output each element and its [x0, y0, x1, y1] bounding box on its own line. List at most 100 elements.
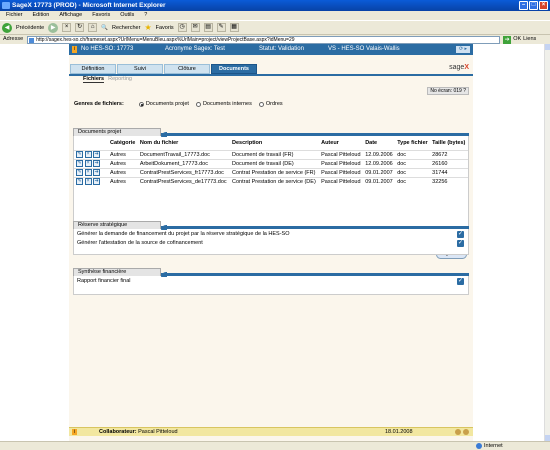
- cell-auteur: Pascal Pitteloud: [319, 149, 364, 159]
- cell-date: 12.09.2006: [363, 149, 396, 159]
- open-icon[interactable]: ➜: [93, 178, 101, 186]
- tab-suivi[interactable]: Suivi: [117, 64, 163, 74]
- discuss-icon[interactable]: ▦: [229, 23, 239, 32]
- cell-description: Document de travail (DE): [230, 158, 320, 168]
- reserve-item-demande[interactable]: Générer la demande de financement du pro…: [74, 230, 468, 239]
- address-input[interactable]: http://sagex.hes-so.ch/frameset.aspx?Url…: [27, 35, 501, 44]
- cell-categorie: Autres: [108, 167, 138, 177]
- synthese-panel: Synthèse financière Rapport financier fi…: [73, 268, 469, 295]
- close-button[interactable]: ×: [539, 1, 548, 10]
- info-icon: i: [72, 429, 77, 435]
- minimize-button[interactable]: –: [519, 1, 528, 10]
- history-icon[interactable]: ◷: [177, 23, 187, 32]
- delete-icon[interactable]: ×: [84, 151, 92, 158]
- footer-collaborator: Collaborateur: Pascal Pitteloud: [99, 429, 178, 435]
- main-tabs: Définition Suivi Clôture Documents: [69, 64, 473, 74]
- back-button-label[interactable]: Précédente: [16, 25, 44, 31]
- checkmark-icon[interactable]: ✓: [457, 231, 464, 238]
- search-button-label[interactable]: Rechercher: [112, 25, 140, 31]
- subtabs: Fichiers Reporting: [83, 76, 132, 83]
- subtab-reporting[interactable]: Reporting: [108, 76, 132, 83]
- col-type: Type fichier: [397, 139, 428, 146]
- refresh-icon[interactable]: ↻: [75, 23, 85, 32]
- menu-outils[interactable]: Outils: [120, 11, 134, 20]
- help-icon[interactable]: [455, 429, 461, 435]
- scroll-up-icon[interactable]: [545, 44, 550, 50]
- address-url: http://sagex.hes-so.ch/frameset.aspx?Url…: [36, 36, 295, 43]
- header-vs: VS - HES-SO Valais-Wallis: [328, 46, 400, 52]
- logout-icon[interactable]: [463, 429, 469, 435]
- tab-definition[interactable]: Définition: [70, 64, 116, 74]
- back-arrow-icon[interactable]: ◀: [2, 22, 12, 33]
- menu-favoris[interactable]: Favoris: [92, 11, 110, 20]
- delete-icon[interactable]: ×: [84, 160, 92, 167]
- refresh-header-icon[interactable]: ⟳ ▸: [456, 46, 470, 53]
- reserve-item-attestation[interactable]: Générer l'attestation de la source de co…: [74, 239, 468, 248]
- documents-panel-title: Documents projet: [73, 128, 167, 137]
- col-nom: Nom du fichier: [139, 139, 179, 146]
- mail-icon[interactable]: ✉: [190, 23, 200, 32]
- edit-icon[interactable]: ✎: [76, 178, 83, 186]
- open-icon[interactable]: ➜: [93, 169, 101, 176]
- header-acronyme: Acronyme Sagex: Test: [165, 46, 225, 52]
- edit-icon[interactable]: ✎: [76, 160, 83, 167]
- window-title: SageX 17773 (PROD) - Microsoft Internet …: [12, 2, 166, 9]
- browser-toolbar: ◀ Précédente ▶ × ↻ ⌂ 🔍 Rechercher ★ Favo…: [0, 20, 550, 34]
- go-button-label[interactable]: OK: [513, 35, 521, 44]
- tab-documents[interactable]: Documents: [211, 64, 257, 74]
- favorites-button-label[interactable]: Favoris: [156, 25, 174, 31]
- search-icon[interactable]: 🔍: [101, 25, 108, 31]
- edit-icon[interactable]: ✎: [76, 151, 83, 158]
- links-label[interactable]: Liens: [523, 35, 536, 44]
- menu-fichier[interactable]: Fichier: [6, 11, 23, 20]
- edit-icon[interactable]: ✎: [216, 23, 226, 32]
- table-row: ✎ × ➜ Autres ContratPrestServices_de1777…: [74, 176, 468, 186]
- cell-taille: 26160: [430, 158, 468, 168]
- go-arrow-icon[interactable]: ➔: [503, 35, 512, 44]
- forward-arrow-icon[interactable]: ▶: [48, 22, 59, 33]
- col-taille: Taille (bytes): [432, 139, 466, 146]
- radio-documents-projet[interactable]: Documents projet: [138, 101, 189, 107]
- file-type-selector: Genres de fichiers: Documents projet Doc…: [74, 101, 283, 107]
- cell-description: Contrat Prestation de service (DE): [230, 176, 320, 186]
- edit-icon[interactable]: ✎: [76, 169, 83, 176]
- tab-cloture[interactable]: Clôture: [164, 64, 210, 74]
- delete-icon[interactable]: ×: [84, 178, 92, 186]
- cell-taille: 28672: [430, 149, 468, 159]
- checkmark-icon[interactable]: ✓: [457, 278, 464, 285]
- address-bar: Adresse http://sagex.hes-so.ch/frameset.…: [0, 34, 550, 44]
- open-icon[interactable]: ➜: [93, 160, 101, 167]
- cell-type: doc: [395, 167, 431, 177]
- cell-categorie: Autres: [108, 158, 138, 168]
- radio-ordres[interactable]: Ordres: [258, 101, 283, 107]
- cell-nom: ArbeitDokument_17773.doc: [137, 158, 231, 168]
- col-auteur: Auteur: [321, 139, 339, 146]
- menu-edition[interactable]: Edition: [33, 11, 50, 20]
- stop-icon[interactable]: ×: [62, 23, 72, 32]
- checkmark-icon[interactable]: ✓: [457, 240, 464, 247]
- synthese-item-rapport[interactable]: Rapport financier final ✓: [74, 277, 468, 286]
- status-zone: Internet: [484, 443, 503, 449]
- footer-icons: [455, 429, 469, 435]
- menu-help[interactable]: ?: [144, 11, 147, 20]
- menu-affichage[interactable]: Affichage: [59, 11, 82, 20]
- page-viewport: i No HES-SO: 17773 Acronyme Sagex: Test …: [0, 44, 544, 441]
- vertical-scrollbar[interactable]: [544, 44, 550, 441]
- cell-nom: ContratPrestServices_de17773.doc: [137, 176, 231, 186]
- home-icon[interactable]: ⌂: [88, 23, 98, 32]
- radio-documents-internes[interactable]: Documents internes: [195, 101, 252, 107]
- maximize-button[interactable]: □: [529, 1, 538, 10]
- header-no-hesso: No HES-SO: 17773: [81, 46, 134, 52]
- subtab-fichiers[interactable]: Fichiers: [83, 76, 105, 83]
- table-row: ✎ × ➜ Autres ContratPrestServices_fr1777…: [74, 167, 468, 177]
- cell-date: 09.01.2007: [363, 176, 396, 186]
- print-icon[interactable]: ▤: [203, 23, 213, 32]
- favorites-star-icon[interactable]: ★: [144, 23, 151, 32]
- sagex-logo: sageX: [449, 64, 469, 71]
- open-icon[interactable]: ➜: [93, 151, 101, 158]
- status-bar: Internet: [0, 441, 550, 450]
- info-icon: i: [72, 46, 77, 53]
- window-titlebar: SageX 17773 (PROD) - Microsoft Internet …: [0, 0, 550, 11]
- delete-icon[interactable]: ×: [84, 169, 92, 176]
- genres-label: Genres de fichiers:: [74, 101, 124, 107]
